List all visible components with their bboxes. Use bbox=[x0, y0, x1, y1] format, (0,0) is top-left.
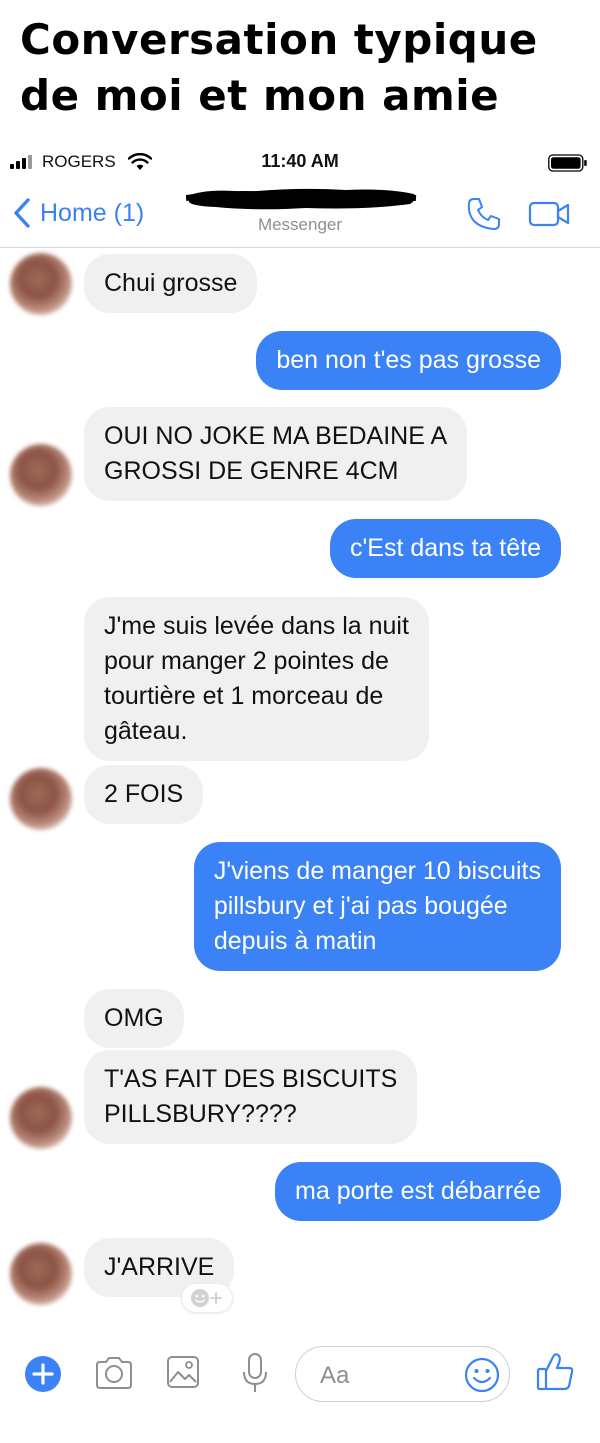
emoji-icon[interactable] bbox=[464, 1357, 500, 1393]
app-subtitle: Messenger bbox=[257, 215, 343, 234]
contact-avatar[interactable] bbox=[10, 1087, 72, 1149]
message-input[interactable]: Aa bbox=[295, 1346, 510, 1402]
incoming-message[interactable]: J'me suis levée dans la nuit pour manger… bbox=[84, 597, 429, 761]
message-line: J'viens de manger 10 biscuits bbox=[213, 857, 541, 885]
meme-title: Conversation typique de moi et mon amie bbox=[20, 12, 590, 124]
incoming-message[interactable]: 2 FOIS bbox=[84, 765, 204, 824]
image-icon[interactable] bbox=[166, 1355, 200, 1389]
video-call-icon[interactable] bbox=[528, 200, 572, 228]
message-line: OUI NO JOKE MA BEDAINE A bbox=[104, 422, 448, 450]
redacted-contact-name bbox=[186, 188, 417, 210]
add-reaction-button[interactable] bbox=[181, 1283, 233, 1313]
message-line: pillsbury et j'ai pas bougée bbox=[213, 892, 508, 920]
message-line: depuis à matin bbox=[213, 927, 377, 955]
conversation-header: Home (1) Messenger bbox=[0, 178, 600, 248]
outgoing-message[interactable]: c'Est dans ta tête bbox=[330, 519, 561, 578]
message-line: J'ARRIVE bbox=[104, 1253, 215, 1281]
outgoing-message[interactable]: ma porte est débarrée bbox=[275, 1162, 561, 1221]
message-composer: Aa bbox=[0, 1340, 600, 1410]
incoming-message[interactable]: T'AS FAIT DES BISCUITS PILLSBURY???? bbox=[84, 1050, 418, 1144]
message-line: PILLSBURY???? bbox=[104, 1100, 297, 1128]
message-line: ma porte est débarrée bbox=[295, 1177, 541, 1205]
message-line: pour manger 2 pointes de bbox=[104, 647, 389, 675]
message-line: ben non t'es pas grosse bbox=[276, 346, 541, 374]
message-line: T'AS FAIT DES BISCUITS bbox=[104, 1065, 398, 1093]
status-time: 11:40 AM bbox=[261, 151, 339, 171]
message-line: Chui grosse bbox=[104, 269, 238, 297]
incoming-message[interactable]: OUI NO JOKE MA BEDAINE A GROSSI DE GENRE… bbox=[84, 407, 468, 501]
incoming-message[interactable]: OMG bbox=[84, 989, 184, 1048]
message-line: c'Est dans ta tête bbox=[350, 534, 541, 562]
contact-avatar[interactable] bbox=[10, 1243, 72, 1305]
message-line: J'me suis levée dans la nuit bbox=[104, 612, 409, 640]
status-bar: ROGERS 11:40 AM bbox=[0, 146, 600, 178]
message-line: gâteau. bbox=[104, 717, 188, 745]
meme-title-line-2: de moi et mon amie bbox=[20, 71, 500, 120]
add-reaction-icon bbox=[191, 1289, 222, 1307]
message-line: GROSSI DE GENRE 4CM bbox=[104, 457, 399, 485]
plus-icon[interactable] bbox=[24, 1355, 62, 1393]
contact-avatar[interactable] bbox=[10, 444, 72, 506]
message-line: tourtière et 1 morceau de bbox=[104, 682, 384, 710]
incoming-message[interactable]: Chui grosse bbox=[84, 254, 258, 313]
camera-icon[interactable] bbox=[94, 1356, 134, 1390]
phone-call-icon[interactable] bbox=[466, 196, 502, 232]
message-line: OMG bbox=[104, 1004, 164, 1032]
contact-avatar[interactable] bbox=[10, 253, 72, 315]
outgoing-message[interactable]: ben non t'es pas grosse bbox=[256, 331, 561, 390]
message-line: 2 FOIS bbox=[104, 780, 184, 808]
message-input-placeholder: Aa bbox=[320, 1362, 350, 1389]
battery-icon bbox=[548, 154, 587, 172]
outgoing-message[interactable]: J'viens de manger 10 biscuits pillsbury … bbox=[193, 842, 561, 971]
microphone-icon[interactable] bbox=[240, 1352, 270, 1394]
contact-avatar[interactable] bbox=[10, 768, 72, 830]
thumbs-up-icon[interactable] bbox=[536, 1352, 574, 1392]
meme-title-line-1: Conversation typique bbox=[20, 15, 538, 64]
